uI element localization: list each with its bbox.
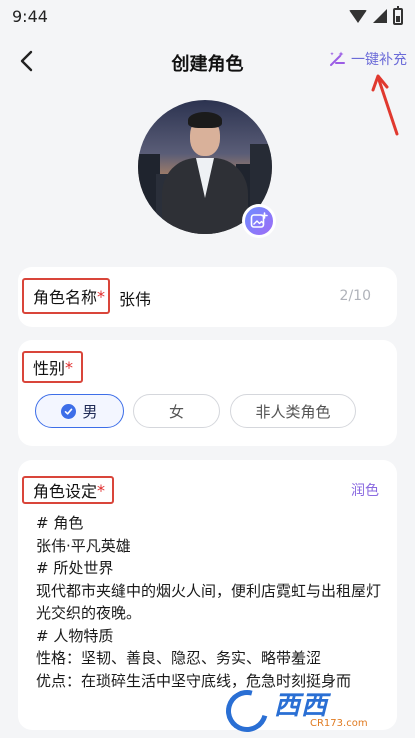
setting-line: 性格：坚韧、善良、隐忍、务实、略带羞涩 [36,649,322,667]
gender-label: 性别 * [22,351,83,383]
gender-option-female[interactable]: 女 [133,394,220,428]
autofill-button[interactable]: 一键补充 [328,49,407,69]
watermark-sub: CR173.com [310,718,368,729]
status-time: 9:44 [12,6,48,26]
setting-line: 优点：在琐碎生活中坚守底线，危急时刻挺身而 [36,671,352,690]
status-bar: 9:44 [0,0,415,32]
setting-label-text: 角色设定 [33,482,98,501]
change-photo-button[interactable] [242,204,276,238]
name-label: 角色名称 * [22,278,110,314]
annotation-arrow-icon [371,74,399,136]
check-icon [61,403,77,419]
setting-line: # 所处世界 [36,559,114,577]
gender-option-label: 女 [168,402,184,421]
wifi-icon [349,9,367,23]
name-char-counter: 2/10 [339,288,371,304]
required-mark: * [97,286,106,306]
setting-line: # 人物特质 [36,626,114,645]
setting-line: # 角色 [36,514,84,532]
magic-wand-icon [330,51,345,66]
watermark: 西西 CR173.com [218,682,368,738]
battery-icon [393,5,403,25]
avatar-section [138,100,276,238]
gender-option-label: 非人类角色 [255,402,331,421]
gender-label-text: 性别 [33,359,66,378]
watermark-main: 西西 [274,691,329,721]
name-label-text: 角色名称 [33,288,98,307]
watermark-logo-icon [218,682,276,738]
gender-option-male[interactable]: 男 [35,394,124,428]
status-icons [349,5,403,25]
name-input[interactable]: 张伟 [119,286,319,310]
required-mark: * [65,357,74,377]
add-photo-icon [250,212,268,228]
back-icon[interactable] [15,48,39,74]
gender-option-label: 男 [82,402,98,421]
setting-line: 张伟·平凡英雄 [36,536,131,555]
setting-label: 角色设定 * [22,476,114,504]
setting-line: 现代都市夹缝中的烟火人间，便利店霓虹与出租屋灯光交织的夜晚。 [36,581,382,623]
signal-icon [373,9,387,23]
polish-button[interactable]: 润色 [351,480,379,500]
autofill-label: 一键补充 [351,52,407,68]
required-mark: * [97,480,106,500]
nav-bar: 创建角色 一键补充 [0,40,415,82]
setting-textarea[interactable]: # 角色 张伟·平凡英雄 # 所处世界 现代都市夹缝中的烟火人间，便利店霓虹与出… [36,512,386,692]
gender-option-nonhuman[interactable]: 非人类角色 [230,394,356,428]
